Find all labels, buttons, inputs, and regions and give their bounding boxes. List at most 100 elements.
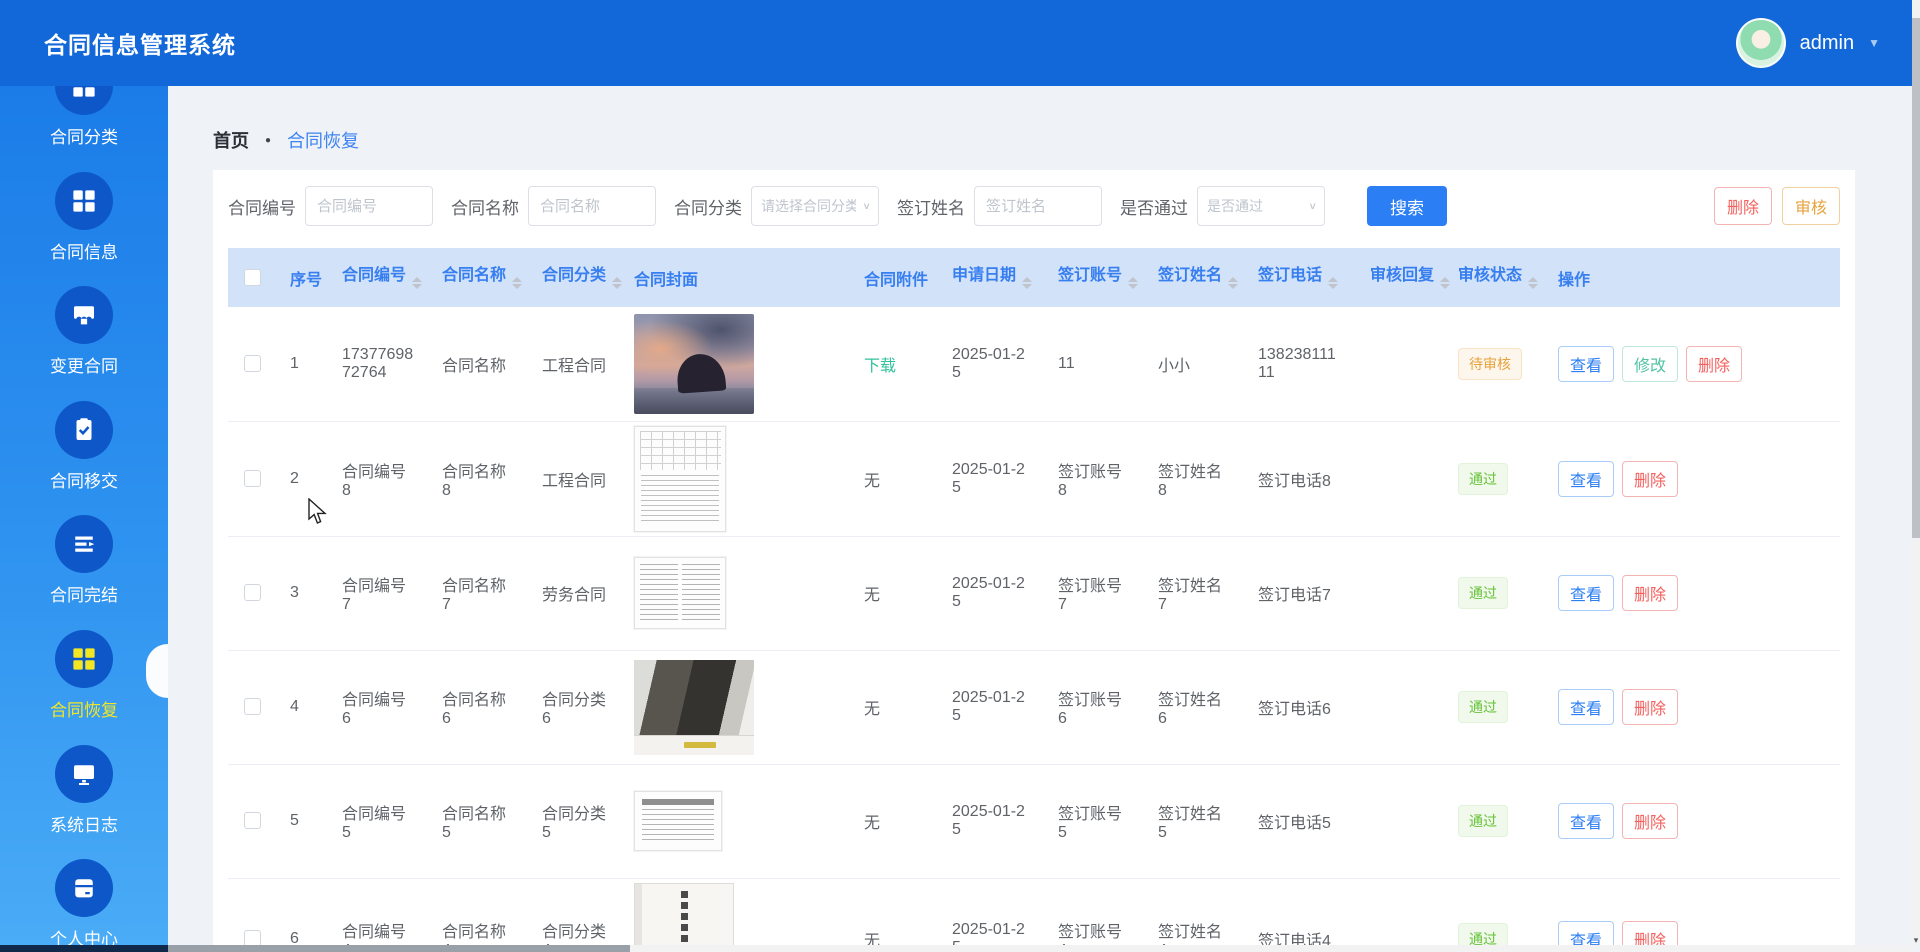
row-checkbox[interactable] <box>244 812 261 829</box>
column-header-6[interactable]: 申请日期 <box>938 248 1044 307</box>
column-header-7[interactable]: 签订账号 <box>1044 248 1144 307</box>
download-link[interactable]: 下载 <box>864 358 896 375</box>
cell-index: 5 <box>276 764 328 878</box>
bulk-actions: 删除审核 <box>1714 187 1840 225</box>
column-header-2[interactable]: 合同名称 <box>428 248 528 307</box>
sort-icon[interactable] <box>1128 272 1138 294</box>
contract-cover-image[interactable] <box>634 660 754 755</box>
cell-sign-account: 签订账号8 <box>1044 421 1144 536</box>
delete-button[interactable]: 删除 <box>1622 803 1678 839</box>
vertical-scrollbar-thumb[interactable] <box>1912 18 1920 538</box>
column-header-11[interactable]: 审核状态 <box>1444 248 1544 307</box>
select-all-checkbox[interactable] <box>244 269 261 286</box>
sidebar-item-contract-restore[interactable]: 合同恢复 <box>0 630 168 745</box>
cell-sign-name: 签订姓名8 <box>1144 421 1244 536</box>
sidebar-item-contract-finish[interactable]: 合同完结 <box>0 515 168 630</box>
sidebar-menu: 合同分类合同信息变更合同合同移交合同完结合同恢复系统日志个人中心 <box>0 86 168 945</box>
column-header-1[interactable]: 合同编号 <box>328 248 428 307</box>
view-button[interactable]: 查看 <box>1558 803 1614 839</box>
column-header-label: 合同分类 <box>542 267 606 284</box>
filter-field-0: 合同编号 <box>228 186 433 226</box>
sidebar-item-contract-change[interactable]: 变更合同 <box>0 286 168 401</box>
delete-button[interactable]: 删除 <box>1622 689 1678 725</box>
horizontal-scrollbar[interactable] <box>0 945 1912 952</box>
sort-icon[interactable] <box>1528 272 1538 294</box>
filter-input-3[interactable] <box>974 186 1102 226</box>
breadcrumb-current[interactable]: 合同恢复 <box>287 127 359 153</box>
chevron-down-icon: ▼ <box>1868 36 1880 50</box>
horizontal-scrollbar-thumb[interactable] <box>168 945 630 952</box>
view-button[interactable]: 查看 <box>1558 689 1614 725</box>
column-header-3[interactable]: 合同分类 <box>528 248 620 307</box>
cell-sign-phone: 13823811111 <box>1244 307 1356 421</box>
view-button[interactable]: 查看 <box>1558 921 1614 946</box>
sort-icon[interactable] <box>512 272 522 294</box>
sort-icon[interactable] <box>612 272 622 294</box>
sidebar-item-personal-center[interactable]: 个人中心 <box>0 859 168 945</box>
bulk-audit-button[interactable]: 审核 <box>1782 187 1840 225</box>
horizontal-scrollbar-corner <box>0 945 168 952</box>
user-menu[interactable]: admin ▼ <box>1736 0 1880 86</box>
sort-icon[interactable] <box>1328 272 1338 294</box>
sort-icon[interactable] <box>1440 272 1450 294</box>
contract-cover-image[interactable] <box>634 557 726 629</box>
contract-cover-image[interactable] <box>634 791 722 851</box>
filter-input-0[interactable] <box>305 186 433 226</box>
column-header-label: 签订账号 <box>1058 267 1122 284</box>
search-button[interactable]: 搜索 <box>1367 186 1447 226</box>
grid-icon <box>55 630 113 688</box>
view-button[interactable]: 查看 <box>1558 461 1614 497</box>
table-row: 2合同编号8合同名称8工程合同无2025-01-25签订账号8签订姓名8签订电话… <box>228 421 1840 536</box>
delete-button[interactable]: 删除 <box>1686 346 1742 382</box>
filter-select-2[interactable]: 请选择合同分类∨ <box>751 186 879 226</box>
scrollbar-down-arrow-icon[interactable]: ▾ <box>1912 935 1920 945</box>
cell-sign-name: 签订姓名6 <box>1144 650 1244 764</box>
row-checkbox[interactable] <box>244 470 261 487</box>
sidebar-item-contract-info[interactable]: 合同信息 <box>0 172 168 287</box>
sort-icon[interactable] <box>1022 272 1032 294</box>
delete-button[interactable]: 删除 <box>1622 575 1678 611</box>
row-checkbox[interactable] <box>244 355 261 372</box>
cell-apply-date: 2025-01-25 <box>938 650 1044 764</box>
cell-attachment: 下载 <box>850 307 938 421</box>
sidebar-item-contract-category[interactable]: 合同分类 <box>0 86 168 172</box>
table-body: 11737769872764合同名称工程合同下载2025-01-2511小小13… <box>228 307 1840 945</box>
sidebar-item-contract-transfer[interactable]: 合同移交 <box>0 401 168 516</box>
cell-attachment: 无 <box>850 421 938 536</box>
cell-sign-phone: 签订电话4 <box>1244 878 1356 945</box>
contract-cover-image[interactable] <box>634 426 726 532</box>
cell-contract-name: 合同名称5 <box>428 764 528 878</box>
view-button[interactable]: 查看 <box>1558 346 1614 382</box>
sidebar-item-label: 个人中心 <box>50 925 118 945</box>
sort-icon[interactable] <box>412 272 422 294</box>
archive-icon <box>55 859 113 917</box>
column-header-label: 合同附件 <box>864 272 928 289</box>
user-avatar[interactable] <box>1736 18 1786 68</box>
row-checkbox[interactable] <box>244 930 261 945</box>
breadcrumb-home[interactable]: 首页 <box>213 127 249 153</box>
grid-icon <box>55 172 113 230</box>
cell-category: 合同分类5 <box>528 764 620 878</box>
contract-cover-image[interactable] <box>634 883 734 946</box>
view-button[interactable]: 查看 <box>1558 575 1614 611</box>
column-header-8[interactable]: 签订姓名 <box>1144 248 1244 307</box>
delete-button[interactable]: 删除 <box>1622 461 1678 497</box>
filter-select-4[interactable]: 是否通过∨ <box>1197 186 1325 226</box>
vertical-scrollbar[interactable]: ▾ <box>1912 0 1920 945</box>
sidebar-item-system-log[interactable]: 系统日志 <box>0 745 168 860</box>
cell-index: 1 <box>276 307 328 421</box>
cell-contract-name: 合同名称4 <box>428 878 528 945</box>
row-checkbox[interactable] <box>244 698 261 715</box>
sidebar-item-label: 合同信息 <box>50 238 118 263</box>
contract-cover-image[interactable] <box>634 314 754 414</box>
filter-input-1[interactable] <box>528 186 656 226</box>
column-header-9[interactable]: 签订电话 <box>1244 248 1356 307</box>
table-row: 4合同编号6合同名称6合同分类6无2025-01-25签订账号6签订姓名6签订电… <box>228 650 1840 764</box>
sort-icon[interactable] <box>1228 272 1238 294</box>
edit-button[interactable]: 修改 <box>1622 346 1678 382</box>
cell-category: 合同分类6 <box>528 650 620 764</box>
row-checkbox[interactable] <box>244 584 261 601</box>
delete-button[interactable]: 删除 <box>1622 921 1678 946</box>
bulk-delete-button[interactable]: 删除 <box>1714 187 1772 225</box>
column-header-10[interactable]: 审核回复 <box>1356 248 1444 307</box>
